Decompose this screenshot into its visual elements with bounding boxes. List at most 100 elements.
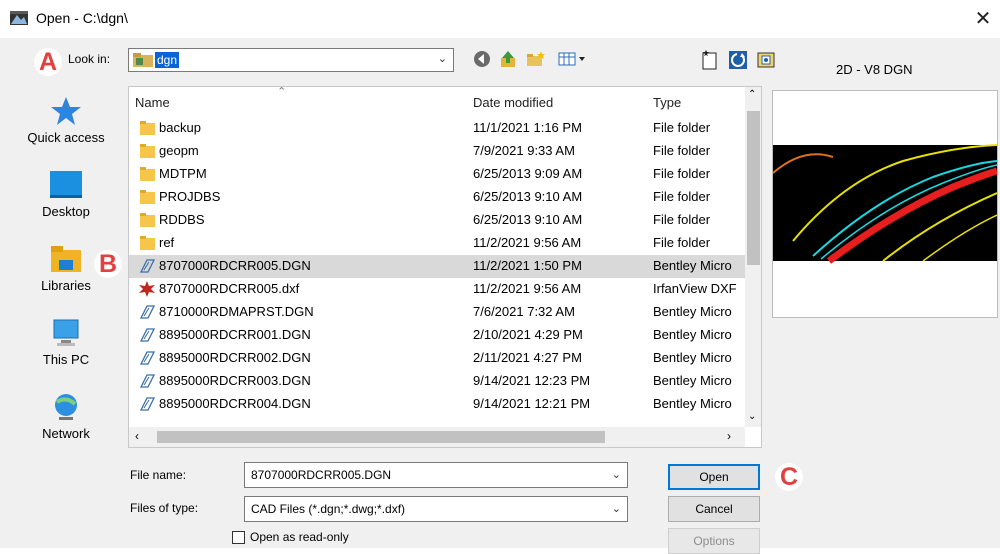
sidebar-item-quick-access[interactable]: Quick access (18, 96, 114, 145)
sidebar-item-libraries[interactable]: Libraries (18, 244, 114, 293)
date-modified-cell: 6/25/2013 9:10 AM (473, 212, 583, 227)
table-row[interactable]: geopm 7/9/2021 9:33 AM File folder (129, 140, 745, 163)
date-modified-cell: 11/2/2021 9:56 AM (473, 235, 582, 250)
horizontal-scrollbar[interactable]: ‹ › (129, 427, 745, 447)
file-type-cell: File folder (653, 189, 711, 204)
sidebar-item-network[interactable]: Network (18, 392, 114, 441)
scroll-left-icon[interactable]: ‹ (135, 429, 139, 443)
file-name-cell: ref (159, 235, 175, 250)
file-type-value: CAD Files (*.dgn;*.dwg;*.dxf) (251, 502, 406, 516)
folder-icon (140, 167, 155, 181)
table-row[interactable]: backup 11/1/2021 1:16 PM File folder (129, 117, 745, 140)
look-in-dropdown[interactable]: dgn ⌄ (128, 48, 454, 72)
date-modified-cell: 2/10/2021 4:29 PM (473, 327, 583, 342)
read-only-checkbox[interactable] (232, 531, 245, 544)
file-type-cell: File folder (653, 143, 711, 158)
sidebar-item-label: This PC (42, 352, 90, 367)
star-icon (51, 97, 81, 125)
table-row[interactable]: PROJDBS 6/25/2013 9:10 AM File folder (129, 186, 745, 209)
table-row[interactable]: ref 11/2/2021 9:56 AM File folder (129, 232, 745, 255)
file-type-cell: IrfanView DXF (653, 281, 737, 296)
file-type-cell: Bentley Micro (653, 350, 732, 365)
table-row[interactable]: 8895000RDCRR003.DGN 9/14/2021 12:23 PM Ben… (129, 370, 745, 393)
sidebar-item-desktop[interactable]: Desktop (18, 170, 114, 219)
desktop-icon (50, 171, 82, 198)
callout-marker-a: A (34, 48, 62, 76)
file-name-cell: geopm (159, 143, 199, 158)
table-row[interactable]: 8707000RDCRR005.dxf 11/2/2021 9:56 AM Irfa… (129, 278, 745, 301)
up-folder-icon[interactable] (498, 50, 518, 70)
dgn-file-icon (139, 328, 156, 342)
dgn-file-icon (139, 351, 156, 365)
refresh-icon[interactable] (728, 50, 748, 70)
chevron-down-icon[interactable]: ⌄ (612, 468, 621, 481)
file-name-label: File name: (130, 468, 187, 482)
date-modified-cell: 6/25/2013 9:09 AM (473, 166, 583, 181)
file-name-cell: backup (159, 120, 201, 135)
table-row[interactable]: MDTPM 6/25/2013 9:09 AM File folder (129, 163, 745, 186)
new-file-icon[interactable] (700, 50, 720, 70)
folder-icon (140, 190, 155, 204)
date-modified-cell: 6/25/2013 9:10 AM (473, 189, 583, 204)
dxf-file-icon (139, 281, 155, 297)
title-bar: Open - C:\dgn\ ✕ (0, 0, 1000, 38)
chevron-down-icon[interactable]: ⌄ (438, 52, 447, 65)
table-row[interactable]: RDDBS 6/25/2013 9:10 AM File folder (129, 209, 745, 232)
options-button[interactable]: Options (668, 528, 760, 554)
file-name-cell: 8895000RDCRR004.DGN (159, 396, 311, 411)
scroll-down-icon[interactable]: ⌄ (748, 411, 756, 422)
table-row[interactable]: 8707000RDCRR005.DGN 11/2/2021 1:50 PM Bent… (129, 255, 745, 278)
sidebar-item-this-pc[interactable]: This PC (18, 318, 114, 367)
dgn-file-icon (139, 397, 156, 411)
date-modified-cell: 9/14/2021 12:21 PM (473, 396, 591, 411)
view-menu-icon[interactable] (556, 50, 590, 70)
sidebar-item-label: Libraries (41, 278, 91, 293)
column-header-date[interactable]: Date modified (473, 95, 553, 110)
file-list[interactable]: Name ⌃ Date modified Type backup 11/1/202… (128, 86, 762, 448)
table-row[interactable]: 8895000RDCRR004.DGN 9/14/2021 12:21 PM Ben… (129, 393, 745, 416)
column-header-name[interactable]: Name (135, 95, 170, 110)
sidebar-item-label: Network (42, 426, 90, 441)
column-header-type[interactable]: Type (653, 95, 681, 110)
file-name-cell: 8895000RDCRR003.DGN (159, 373, 311, 388)
file-name-cell: 8895000RDCRR002.DGN (159, 350, 311, 365)
chevron-down-icon[interactable]: ⌄ (612, 502, 621, 515)
close-icon[interactable]: ✕ (970, 6, 996, 32)
scroll-right-icon[interactable]: › (727, 429, 731, 443)
file-name-cell: 8895000RDCRR001.DGN (159, 327, 311, 342)
date-modified-cell: 7/9/2021 9:33 AM (473, 143, 575, 158)
libraries-icon (51, 246, 81, 272)
dgn-file-icon (139, 259, 156, 273)
table-row[interactable]: 8895000RDCRR002.DGN 2/11/2021 4:27 PM Bent… (129, 347, 745, 370)
new-folder-icon[interactable] (526, 50, 546, 70)
scroll-up-icon[interactable]: ⌃ (748, 89, 756, 100)
dgn-file-icon (139, 305, 156, 319)
favorites-icon[interactable] (756, 50, 776, 70)
vertical-scroll-thumb[interactable] (747, 111, 760, 265)
file-type-cell: Bentley Micro (653, 304, 732, 319)
file-type-dropdown[interactable]: CAD Files (*.dgn;*.dwg;*.dxf) ⌄ (244, 496, 628, 522)
vertical-scrollbar[interactable]: ⌃ ⌄ (745, 87, 761, 427)
computer-icon (53, 319, 79, 346)
file-name-cell: 8710000RDMAPRST.DGN (159, 304, 314, 319)
window-title: Open - C:\dgn\ (36, 10, 128, 26)
file-type-label: Files of type: (130, 501, 199, 515)
horizontal-scroll-thumb[interactable] (157, 431, 605, 443)
back-icon[interactable] (472, 50, 492, 70)
file-type-cell: File folder (653, 212, 711, 227)
file-name-cell: PROJDBS (159, 189, 221, 204)
file-name-combobox[interactable]: 8707000RDCRR005.DGN ⌄ (244, 462, 628, 488)
callout-marker-c: C (775, 463, 803, 491)
table-row[interactable]: 8710000RDMAPRST.DGN 7/6/2021 7:32 AM Bentl… (129, 301, 745, 324)
drive-folder-icon (133, 53, 153, 67)
open-button[interactable]: Open (668, 464, 760, 490)
file-name-cell: MDTPM (159, 166, 207, 181)
file-name-value[interactable]: 8707000RDCRR005.DGN (251, 468, 391, 482)
preview-pane (772, 90, 998, 318)
table-row[interactable]: 8895000RDCRR001.DGN 2/10/2021 4:29 PM Bent… (129, 324, 745, 347)
folder-icon (140, 121, 155, 135)
preview-format-label: 2D - V8 DGN (836, 62, 913, 77)
cancel-button[interactable]: Cancel (668, 496, 760, 522)
preview-image (772, 144, 998, 264)
sidebar-item-label: Desktop (42, 204, 90, 219)
